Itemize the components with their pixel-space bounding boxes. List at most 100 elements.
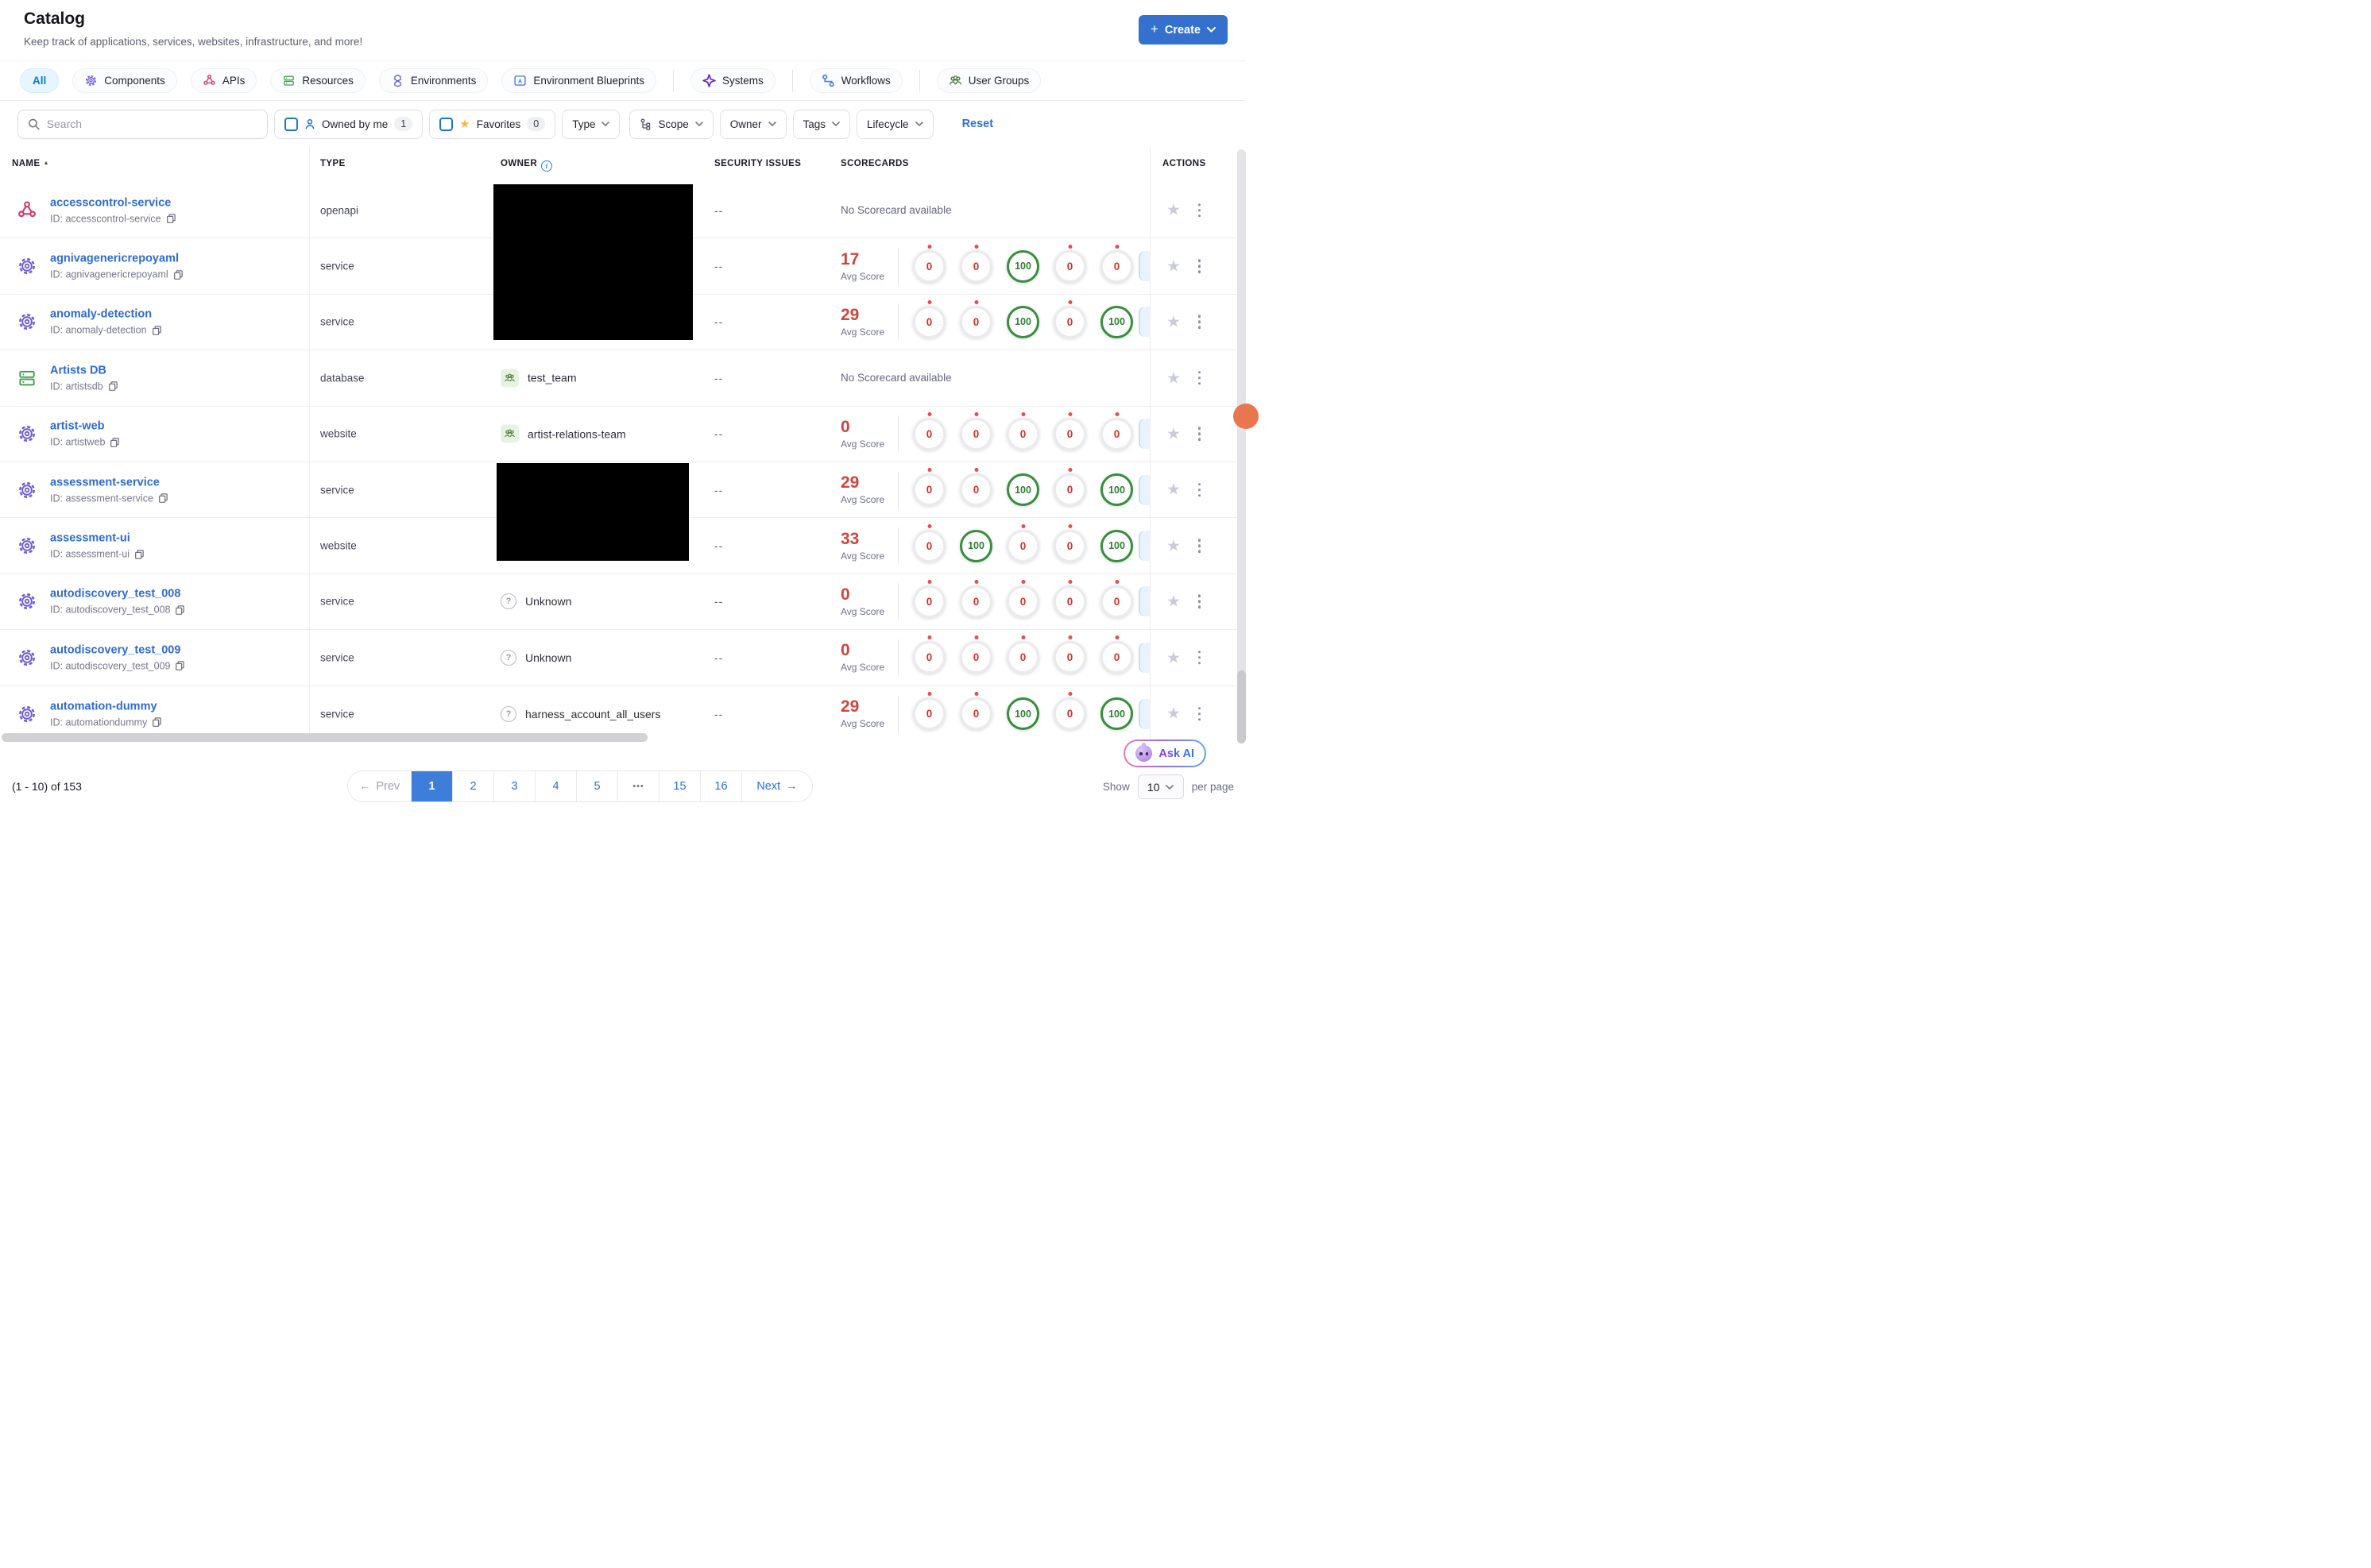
scorecard-score[interactable]: 100 [1100,529,1133,562]
lifecycle-filter-dropdown[interactable]: Lifecycle [857,109,934,139]
page-button-16[interactable]: 16 [701,771,742,801]
page-button-1[interactable]: 1 [412,771,453,801]
page-button-5[interactable]: 5 [577,771,618,801]
scorecard-score[interactable]: 0 [960,635,992,674]
scorecard-score[interactable]: 0 [960,299,992,338]
entity-name-link[interactable]: accesscontrol-service [50,196,176,209]
favorite-star-button[interactable]: ★ [1166,203,1181,218]
page-button-2[interactable]: 2 [453,771,494,801]
scorecard-score[interactable]: 0 [1054,523,1086,562]
scorecard-score[interactable]: 0 [960,579,992,618]
copy-icon[interactable] [158,493,168,504]
tab-components[interactable]: Components [72,68,177,93]
scorecard-score[interactable]: 0 [1007,411,1039,450]
ask-ai-button[interactable]: Ask AI [1124,740,1206,767]
scorecard-score[interactable]: 0 [1054,692,1086,731]
scorecard-score[interactable]: 100 [1007,305,1039,338]
favorite-star-button[interactable]: ★ [1166,370,1181,386]
edge-floating-button[interactable] [1233,404,1259,429]
info-icon[interactable]: i [541,160,553,172]
scorecard-score[interactable]: 100 [1100,305,1133,338]
owner-filter-dropdown[interactable]: Owner [719,109,787,139]
scorecard-score[interactable]: 0 [1054,579,1086,618]
entity-name-link[interactable]: autodiscovery_test_009 [50,643,185,656]
entity-name-link[interactable]: agnivagenericrepoyaml [50,253,184,265]
scorecard-score[interactable]: 0 [913,468,946,507]
scorecard-score[interactable]: 100 [960,529,992,562]
scorecard-score[interactable]: 0 [1054,299,1086,338]
more-scorecards-chip[interactable] [1139,642,1150,673]
more-options-button[interactable] [1197,537,1203,554]
scorecard-score[interactable]: 0 [1054,468,1086,507]
scorecard-score[interactable]: 0 [913,411,946,450]
scorecard-score[interactable]: 0 [960,411,992,450]
owner-cell[interactable]: ? harness_account_all_users [501,705,660,722]
scorecard-score[interactable]: 0 [913,579,946,618]
scorecard-score[interactable]: 100 [1007,473,1039,507]
favorite-star-button[interactable]: ★ [1166,593,1181,609]
copy-icon[interactable] [173,269,184,280]
page-button-15[interactable]: 15 [659,771,701,801]
favorite-star-button[interactable]: ★ [1166,650,1181,666]
entity-name-link[interactable]: artist-web [50,420,120,433]
copy-icon[interactable] [175,604,185,615]
scope-filter-dropdown[interactable]: Scope [629,109,714,139]
owner-cell[interactable]: ? Unknown [501,593,571,610]
scorecard-score[interactable]: 0 [1100,411,1133,450]
favorite-star-button[interactable]: ★ [1166,706,1181,722]
tab-user-groups[interactable]: User Groups [936,68,1042,93]
scorecard-score[interactable]: 0 [913,635,946,674]
scorecard-score[interactable]: 0 [1100,579,1133,618]
tab-environments[interactable]: Environments [378,68,489,93]
favorites-filter[interactable]: ★ Favorites 0 [429,109,556,139]
page-button-3[interactable]: 3 [494,771,536,801]
copy-icon[interactable] [134,549,145,559]
entity-name-link[interactable]: autodiscovery_test_008 [50,588,185,601]
copy-icon[interactable] [152,325,162,335]
owned-by-me-filter[interactable]: Owned by me 1 [274,109,424,139]
scorecard-score[interactable]: 100 [1100,473,1133,507]
tab-resources[interactable]: Resources [270,68,366,93]
prev-page-button[interactable]: ← Prev [348,771,412,801]
entity-name-link[interactable]: automation-dummy [50,700,162,713]
scorecard-score[interactable]: 0 [1007,579,1039,618]
favorite-star-button[interactable]: ★ [1166,482,1181,498]
more-options-button[interactable] [1197,369,1203,387]
entity-name-link[interactable]: assessment-service [50,476,168,489]
scorecard-score[interactable]: 0 [913,692,946,731]
favorite-star-button[interactable]: ★ [1166,426,1181,442]
owner-cell[interactable]: artist-relations-team [501,424,626,443]
entity-name-link[interactable]: anomaly-detection [50,308,162,321]
more-scorecards-chip[interactable] [1139,586,1150,617]
copy-icon[interactable] [152,717,162,728]
entity-name-link[interactable]: assessment-ui [50,532,145,545]
owned-by-me-checkbox[interactable] [284,117,298,131]
favorite-star-button[interactable]: ★ [1166,538,1181,554]
reset-filters-link[interactable]: Reset [962,118,994,130]
favorite-star-button[interactable]: ★ [1166,258,1181,274]
scorecard-score[interactable]: 0 [1007,523,1039,562]
copy-icon[interactable] [166,214,176,224]
tab-workflows[interactable]: Workflows [809,68,903,93]
scorecard-score[interactable]: 0 [913,299,946,338]
search-input[interactable] [46,118,257,130]
scorecard-score[interactable]: 0 [1054,411,1086,450]
owner-cell[interactable]: ? Unknown [501,649,571,666]
scorecard-score[interactable]: 0 [913,523,946,562]
more-scorecards-chip[interactable] [1139,698,1150,729]
more-scorecards-chip[interactable] [1139,419,1150,450]
copy-icon[interactable] [108,381,118,392]
more-scorecards-chip[interactable] [1139,474,1150,505]
scorecard-score[interactable]: 0 [1100,635,1133,674]
favorite-star-button[interactable]: ★ [1166,314,1181,330]
more-scorecards-chip[interactable] [1139,531,1150,562]
scorecard-score[interactable]: 100 [1100,697,1133,731]
more-scorecards-chip[interactable] [1139,251,1150,282]
next-page-button[interactable]: Next → [742,771,812,801]
scorecard-score[interactable]: 0 [1007,635,1039,674]
copy-icon[interactable] [175,661,185,671]
page-ellipsis[interactable]: ••• [618,771,659,801]
scorecard-score[interactable]: 100 [1007,249,1039,283]
more-scorecards-chip[interactable] [1139,307,1150,338]
more-options-button[interactable] [1197,257,1203,275]
